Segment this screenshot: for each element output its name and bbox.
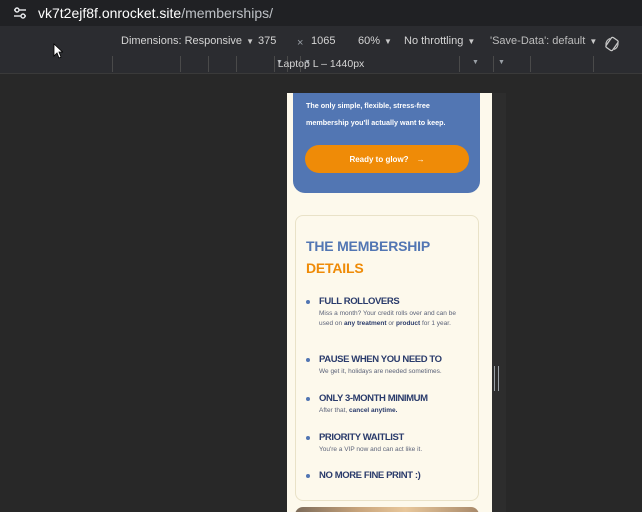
- detail-heading: FULL ROLLOVERS: [319, 296, 400, 307]
- detail-body-bold: any treatment: [343, 320, 387, 327]
- detail-body-bold: product: [395, 320, 421, 327]
- bullet-icon: [306, 436, 310, 440]
- detail-heading: PAUSE WHEN YOU NEED TO: [319, 354, 442, 365]
- width-input[interactable]: 375: [258, 35, 276, 47]
- ready-to-glow-button[interactable]: Ready to glow? →: [305, 145, 469, 173]
- mouse-cursor-icon: [53, 43, 64, 59]
- chevron-down-icon: ▼: [384, 37, 392, 46]
- media-query-bar[interactable]: ▼ ▼ ▼ ▼ Laptop L – 1440px: [0, 56, 642, 74]
- bullet-icon: [306, 474, 310, 478]
- detail-body-bold: cancel anytime.: [349, 407, 398, 414]
- save-data-value: 'Save-Data': default: [490, 35, 586, 47]
- bullet-icon: [306, 397, 310, 401]
- arrow-right-icon: →: [416, 154, 425, 164]
- throttling-value: No throttling: [404, 35, 464, 47]
- throttling-dropdown[interactable]: No throttling ▼: [404, 35, 475, 47]
- detail-heading: PRIORITY WAITLIST: [319, 432, 404, 443]
- detail-body-text: After that,: [319, 407, 349, 414]
- bullet-icon: [306, 358, 310, 362]
- cta-label: Ready to glow?: [349, 154, 409, 164]
- device-toolbar: Dimensions: Responsive ▼ 375 × 1065 60% ▼ …: [0, 26, 642, 57]
- height-input[interactable]: 1065: [311, 35, 335, 47]
- dimensions-label: Dimensions: Responsive: [121, 35, 243, 47]
- next-section-image: [295, 507, 479, 512]
- detail-body: You're a VIP now and can act like it.: [319, 446, 423, 453]
- chevron-down-icon: ▼: [467, 37, 476, 46]
- detail-heading: NO MORE FINE PRINT :): [319, 470, 421, 481]
- times-sign: ×: [297, 37, 304, 49]
- zoom-value: 60%: [358, 35, 381, 47]
- emulated-viewport[interactable]: The only simple, flexible, stress-free m…: [287, 93, 492, 512]
- detail-body: We get it, holidays are needed sometimes…: [319, 368, 442, 375]
- detail-body-text: or: [386, 320, 396, 327]
- hero-section: The only simple, flexible, stress-free m…: [293, 93, 480, 193]
- bullet-icon: [306, 300, 310, 304]
- section-title-line1: THE MEMBERSHIP: [306, 238, 430, 254]
- media-query-label: Laptop L – 1440px: [277, 58, 365, 70]
- viewport-edge: [492, 93, 506, 512]
- chevron-down-icon: ▼: [246, 37, 254, 46]
- address-bar[interactable]: vk7t2ejf8f.onrocket.site/memberships/: [0, 0, 642, 26]
- resize-handle[interactable]: [494, 366, 499, 391]
- dimensions-dropdown[interactable]: Dimensions: Responsive ▼: [121, 35, 254, 47]
- url-text[interactable]: vk7t2ejf8f.onrocket.site/memberships/: [38, 5, 273, 21]
- section-title-line2: DETAILS: [306, 260, 364, 276]
- site-info-icon[interactable]: [12, 5, 28, 21]
- url-path: /memberships/: [181, 5, 273, 21]
- chevron-down-icon: ▼: [589, 37, 598, 46]
- detail-body: Miss a month? Your credit rolls over and…: [319, 309, 469, 329]
- rotate-icon[interactable]: [604, 36, 620, 52]
- url-host: vk7t2ejf8f.onrocket.site: [38, 5, 182, 21]
- save-data-dropdown[interactable]: 'Save-Data': default ▼: [490, 35, 597, 47]
- zoom-dropdown[interactable]: 60% ▼: [358, 35, 392, 47]
- detail-heading: ONLY 3-MONTH MINIMUM: [319, 393, 428, 404]
- membership-details-card: THE MEMBERSHIP DETAILS FULL ROLLOVERS Mi…: [295, 215, 479, 501]
- hero-tagline: The only simple, flexible, stress-free m…: [306, 101, 446, 127]
- detail-body-text: for 1 year.: [420, 320, 451, 327]
- detail-body: After that, cancel anytime.: [319, 406, 469, 416]
